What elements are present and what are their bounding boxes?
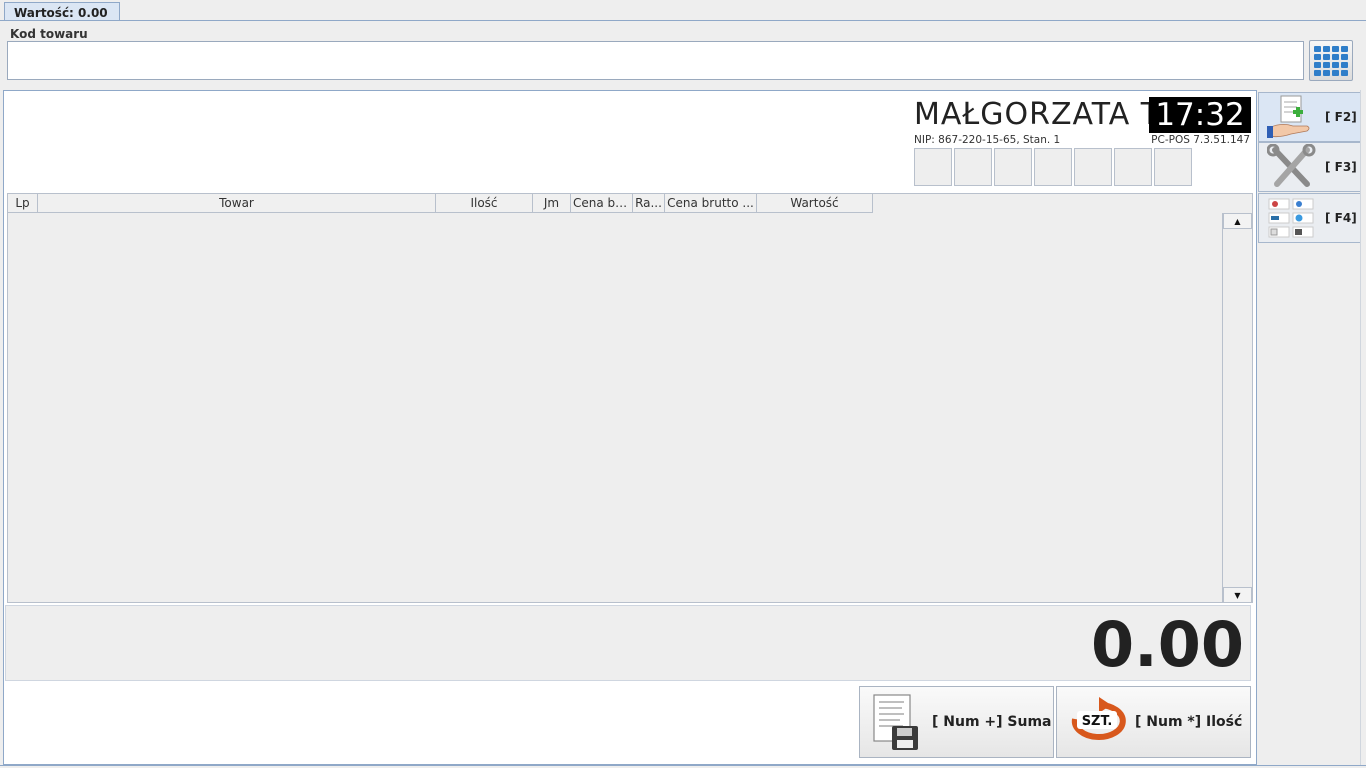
kod-towaru-label: Kod towaru (10, 27, 88, 41)
kod-towaru-group: Kod towaru (3, 27, 1362, 83)
indicator-box (954, 148, 992, 186)
column-cena-brutto-po-rabacie[interactable]: Cena brutto ... (665, 194, 757, 213)
column-lp[interactable]: Lp (8, 194, 38, 213)
tab-wartosc[interactable]: Wartość: 0.00 (4, 2, 120, 21)
side-button-f2[interactable]: [ F2] (1258, 92, 1361, 142)
main-panel: MAŁGORZATA T 17:32 NIP: 867-220-15-65, S… (3, 90, 1257, 765)
column-jm[interactable]: Jm (533, 194, 571, 213)
tools-icon (1267, 144, 1316, 187)
indicator-box (1154, 148, 1192, 186)
side-key-f2: [ F2] (1325, 110, 1357, 124)
version-info: PC-POS 7.3.51.147 (1151, 134, 1250, 146)
column-towar[interactable]: Towar (38, 194, 436, 213)
side-key-f4: [ F4] (1325, 211, 1357, 225)
indicator-box (914, 148, 952, 186)
keypad-button[interactable] (1309, 40, 1353, 81)
scroll-up-icon[interactable]: ▲ (1223, 213, 1252, 229)
table-header: Lp Towar Ilość Jm Cena br... Ra... Cena … (8, 194, 873, 213)
column-cena-brutto[interactable]: Cena br... (571, 194, 633, 213)
receipt-table: Lp Towar Ilość Jm Cena br... Ra... Cena … (7, 193, 1253, 603)
column-wartosc[interactable]: Wartość (757, 194, 873, 213)
indicator-box (1114, 148, 1152, 186)
column-ilosc[interactable]: Ilość (436, 194, 533, 213)
document-save-icon (873, 694, 918, 750)
keypad-icon (1314, 45, 1348, 76)
szt-icon-text: SZT. (1082, 714, 1113, 729)
kod-towaru-input[interactable] (7, 41, 1304, 80)
suma-button[interactable]: [ Num +] Suma (859, 686, 1054, 758)
tab-divider (0, 20, 1366, 21)
ilosc-button[interactable]: SZT. [ Num *] Ilość (1056, 686, 1251, 758)
clock: 17:32 (1149, 97, 1251, 133)
column-rabat[interactable]: Ra... (633, 194, 665, 213)
tab-label: Wartość: 0.00 (14, 6, 108, 20)
szt-quantity-icon: SZT. (1071, 697, 1126, 740)
side-key-f3: [ F3] (1325, 160, 1357, 174)
indicator-boxes (914, 148, 1192, 186)
side-button-f4[interactable]: [ F4] (1258, 193, 1361, 243)
total-panel: 0.00 (5, 605, 1251, 681)
scroll-down-icon[interactable]: ▼ (1223, 587, 1252, 603)
functions-grid-icon (1268, 198, 1314, 238)
bottom-divider (0, 765, 1366, 766)
side-button-f3[interactable]: [ F3] (1258, 142, 1361, 192)
total-value: 0.00 (1091, 608, 1244, 681)
cashier-name: MAŁGORZATA T (914, 97, 1161, 132)
table-scrollbar[interactable]: ▲ ▼ (1222, 213, 1252, 603)
ilosc-label: [ Num *] Ilość (1135, 714, 1243, 730)
indicator-box (1074, 148, 1112, 186)
suma-label: [ Num +] Suma (932, 714, 1052, 730)
indicator-box (1034, 148, 1072, 186)
indicator-box (994, 148, 1032, 186)
add-document-hand-icon (1267, 95, 1310, 138)
right-divider (1360, 90, 1361, 765)
nip-info: NIP: 867-220-15-65, Stan. 1 (914, 134, 1061, 146)
